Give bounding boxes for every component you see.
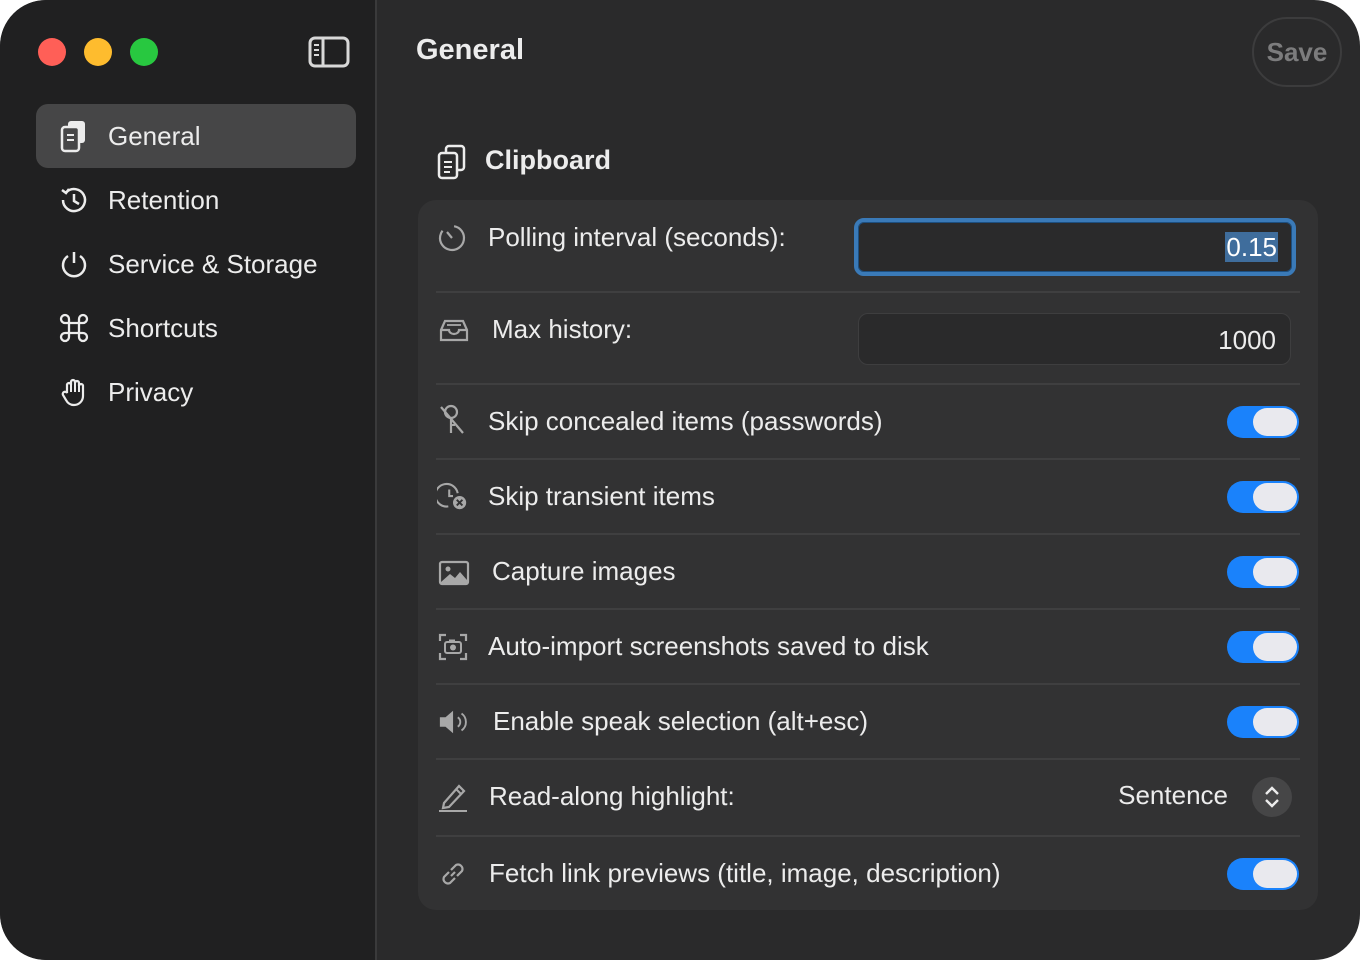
toggle-knob: [1253, 408, 1297, 436]
polling-interval-value: 0.15: [1225, 232, 1278, 262]
clipboard-icon: [436, 144, 468, 180]
clock-x-icon: [437, 481, 469, 513]
skip-concealed-label: Skip concealed items (passwords): [488, 406, 883, 436]
auto-import-label: Auto-import screenshots saved to disk: [488, 631, 929, 661]
history-icon: [58, 184, 90, 216]
link-previews-toggle[interactable]: [1227, 858, 1299, 890]
pencil-icon: [437, 781, 469, 813]
chevron-up-down-icon: [1265, 786, 1279, 808]
divider: [436, 533, 1300, 535]
power-icon: [58, 248, 90, 280]
max-history-label: Max history:: [492, 314, 633, 344]
polling-interval-label: Polling interval (seconds):: [488, 222, 786, 252]
command-icon: [58, 312, 90, 344]
read-along-label: Read-along highlight:: [489, 781, 735, 811]
close-window-button[interactable]: [38, 38, 66, 66]
divider: [436, 608, 1300, 610]
speak-selection-toggle[interactable]: [1227, 706, 1299, 738]
key-slash-icon: [436, 404, 468, 436]
divider: [436, 458, 1300, 460]
save-button[interactable]: Save: [1252, 17, 1342, 87]
sidebar-toggle-button[interactable]: [308, 36, 350, 68]
skip-transient-toggle[interactable]: [1227, 481, 1299, 513]
toggle-knob: [1253, 483, 1297, 511]
capture-images-label: Capture images: [492, 556, 676, 586]
divider: [436, 835, 1300, 837]
zoom-window-button[interactable]: [130, 38, 158, 66]
minimize-window-button[interactable]: [84, 38, 112, 66]
sidebar-item-privacy[interactable]: Privacy: [36, 360, 356, 424]
toggle-knob: [1253, 633, 1297, 661]
hand-icon: [58, 376, 90, 408]
sidebar-item-label: Privacy: [108, 376, 194, 407]
sidebar-item-label: General: [108, 120, 201, 151]
polling-interval-input[interactable]: 0.15: [854, 218, 1296, 276]
sidebar-item-shortcuts[interactable]: Shortcuts: [36, 296, 356, 360]
divider: [436, 291, 1300, 293]
read-along-select-value[interactable]: Sentence: [1100, 780, 1228, 811]
toggle-knob: [1253, 708, 1297, 736]
sidebar-item-retention[interactable]: Retention: [36, 168, 356, 232]
sidebar-item-general[interactable]: General: [36, 104, 356, 168]
sidebar-left-icon: [308, 36, 350, 68]
speak-selection-label: Enable speak selection (alt+esc): [493, 706, 869, 736]
sidebar: General Retention Service & Storage Shor…: [0, 0, 377, 960]
link-icon: [437, 858, 469, 890]
skip-transient-label: Skip transient items: [488, 481, 715, 511]
divider: [436, 758, 1300, 760]
link-previews-label: Fetch link previews (title, image, descr…: [489, 858, 1001, 888]
clipboard-icon: [58, 120, 90, 153]
tray-icon: [438, 314, 470, 346]
page-title: General: [416, 34, 524, 66]
auto-import-toggle[interactable]: [1227, 631, 1299, 663]
sidebar-item-label: Shortcuts: [108, 312, 218, 343]
timer-icon: [436, 222, 468, 254]
read-along-select-button[interactable]: [1252, 777, 1292, 817]
settings-window: General Retention Service & Storage Shor…: [0, 0, 1360, 960]
capture-images-toggle[interactable]: [1227, 556, 1299, 588]
camera-viewfinder-icon: [437, 631, 469, 663]
section-title: Clipboard: [485, 145, 611, 175]
sidebar-item-service-storage[interactable]: Service & Storage: [36, 232, 356, 296]
skip-concealed-toggle[interactable]: [1227, 406, 1299, 438]
photo-icon: [438, 557, 470, 589]
divider: [436, 383, 1300, 385]
toggle-knob: [1253, 860, 1297, 888]
max-history-input[interactable]: 1000: [858, 313, 1291, 365]
toggle-knob: [1253, 558, 1297, 586]
sidebar-item-label: Retention: [108, 184, 220, 215]
divider: [436, 683, 1300, 685]
sidebar-item-label: Service & Storage: [108, 248, 318, 279]
speaker-icon: [438, 706, 470, 738]
